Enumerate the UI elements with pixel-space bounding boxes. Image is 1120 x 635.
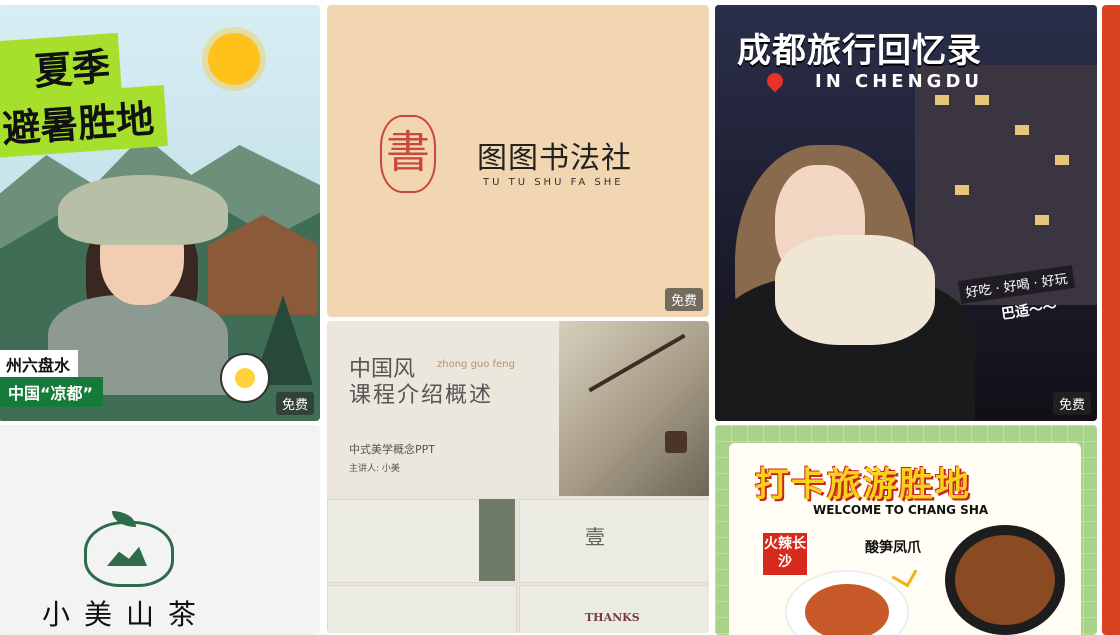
brand-name: 小美山茶 [42,598,211,631]
template-card-partial[interactable] [1102,5,1120,635]
scarf-shape [775,235,935,345]
free-badge: 免费 [664,288,703,311]
brand-name: 图图书法社 [477,141,632,176]
template-card-tea-logo[interactable]: 小美山茶 [0,425,320,635]
tagline-label: 中国“凉都” [0,377,104,407]
card-title: 成都旅行回忆录 [737,31,982,71]
free-badge: 免费 [1052,392,1091,415]
flower-sticker-icon [220,353,270,403]
template-card-summer-resort[interactable]: 夏季 避暑胜地 州六盘水 中国“凉都” 免费 [0,5,320,421]
card-title-line2: 避暑胜地 [0,85,168,158]
ppt-slide-thumbnail [519,499,709,583]
ppt-presenter: 主讲人: 小美 [349,464,400,474]
template-card-changsha-travel[interactable]: 打卡旅游胜地 WELCOME TO CHANG SHA 火辣长沙 酸笋凤爪 [715,425,1097,635]
ppt-title-pinyin: zhong guo feng [437,359,515,370]
ppt-toc-panel [479,499,515,581]
brand-pinyin: TU TU SHU FA SHE [483,177,624,188]
card-title: 打卡旅游胜地 [755,465,971,505]
ppt-thanks-text: THANKS [585,611,640,624]
ppt-slide-number: 壹 [585,525,605,549]
city-tag: 火辣长沙 [763,533,807,575]
ppt-slide-thumbnail [327,585,517,633]
free-badge: 免费 [275,392,314,415]
location-label: 州六盘水 [0,350,79,378]
dish-label: 酸笋凤爪 [865,540,921,556]
ppt-slide-thumbnail [519,585,709,633]
calligraphy-seal-icon: 書 [380,115,436,193]
ppt-cover-photo [559,321,709,496]
card-subtitle: IN CHENGDU [815,71,983,92]
welcome-text: WELCOME TO CHANG SHA [813,503,989,517]
template-card-calligraphy-logo[interactable]: 書 图图书法社 TU TU SHU FA SHE 免费 [327,5,709,317]
mountain-logo-icon [84,521,174,587]
ppt-title-line2: 课程介绍概述 [349,383,494,408]
template-card-chengdu-travel[interactable]: 成都旅行回忆录 IN CHENGDU 好吃 · 好喝 · 好玩 巴适～～ 免费 [715,5,1097,421]
sun-icon [208,33,260,85]
hanging-bag-illustration [665,431,687,453]
template-card-chinese-style-ppt[interactable]: 中国风 zhong guo feng 课程介绍概述 中式美学概念PPT 主讲人:… [327,321,709,633]
ppt-subtitle: 中式美学概念PPT [349,443,435,456]
food-bowl-illustration [945,525,1065,635]
